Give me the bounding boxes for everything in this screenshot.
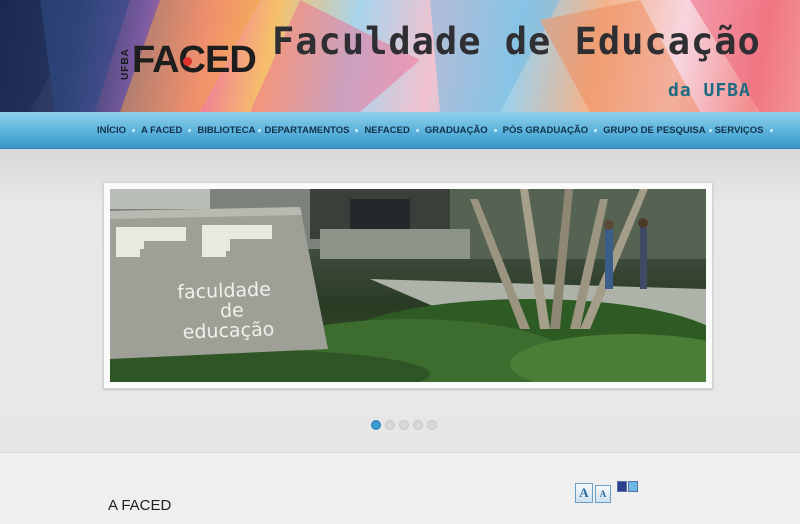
nav-separator <box>493 128 497 132</box>
nav-separator <box>355 128 359 132</box>
site-title: Faculdade de Educação <box>272 20 761 63</box>
nav-item-label: GRUPO DE PESQUISA <box>603 124 706 136</box>
sign-text: faculdade de educação <box>177 278 275 344</box>
slide-frame: faculdade de educação <box>103 182 713 389</box>
nav-item-label: INÍCIO <box>97 124 127 136</box>
slide-dot-2[interactable] <box>385 420 395 430</box>
nav-item-a-faced[interactable]: A FACED <box>141 125 197 136</box>
slide-dot-1[interactable] <box>371 420 381 430</box>
increase-font-button[interactable]: A <box>575 483 593 503</box>
slide-pager <box>371 420 437 430</box>
nav-separator <box>132 128 136 132</box>
nav-item-biblioteca[interactable]: BIBLIOTECA <box>197 125 264 136</box>
slide-dot-5[interactable] <box>427 420 437 430</box>
slide-dot-4[interactable] <box>413 420 423 430</box>
high-contrast-icon[interactable] <box>617 481 627 492</box>
main-nav: INÍCIO A FACED BIBLIOTECA DEPARTAMENTOS … <box>0 112 800 149</box>
nav-item-label: DEPARTAMENTOS <box>264 124 350 136</box>
slide-image[interactable]: faculdade de educação <box>110 189 706 382</box>
decrease-font-button[interactable]: A <box>595 485 611 503</box>
nav-separator <box>415 128 419 132</box>
nav-item-nefaced[interactable]: NEFACED <box>364 125 424 136</box>
font-size-tools: A A <box>575 483 611 503</box>
nav-separator <box>594 128 598 132</box>
nav-item-label: PÓS GRADUAÇÃO <box>502 124 589 136</box>
site-header: UFBA FACED Faculdade de Educação da UFBA <box>0 0 800 112</box>
nav-item-servicos[interactable]: SERVIÇOS <box>715 125 779 136</box>
nav-item-pos-graduacao[interactable]: PÓS GRADUAÇÃO <box>503 125 604 136</box>
normal-contrast-icon[interactable] <box>628 481 638 492</box>
nav-item-label: BIBLIOTECA <box>197 124 256 136</box>
nav-separator <box>769 128 773 132</box>
content-area: A FACED A A <box>0 452 800 524</box>
nav-item-departamentos[interactable]: DEPARTAMENTOS <box>264 125 364 136</box>
nav-item-label: SERVIÇOS <box>714 124 764 136</box>
slideshow: faculdade de educação <box>0 149 800 451</box>
nav-separator <box>188 128 192 132</box>
nav-separator <box>708 128 712 132</box>
section-title: A FACED <box>108 497 172 514</box>
nav-item-label: NEFACED <box>364 124 410 136</box>
logo-faced-text: FACED <box>132 39 257 81</box>
logo-red-dot <box>183 57 192 66</box>
site-subtitle: da UFBA <box>668 80 751 101</box>
nav-item-label: GRADUAÇÃO <box>424 124 488 136</box>
nav-item-inicio[interactable]: INÍCIO <box>97 125 141 136</box>
nav-separator <box>258 128 262 132</box>
nav-item-label: A FACED <box>141 124 183 136</box>
logo-ufba-text: UFBA <box>120 48 131 80</box>
nav-item-graduacao[interactable]: GRADUAÇÃO <box>425 125 503 136</box>
contrast-tools <box>617 481 638 492</box>
sign-line-3: educação <box>182 318 275 344</box>
slide-dot-3[interactable] <box>399 420 409 430</box>
nav-item-grupo-de-pesquisa[interactable]: GRUPO DE PESQUISA <box>603 125 714 136</box>
